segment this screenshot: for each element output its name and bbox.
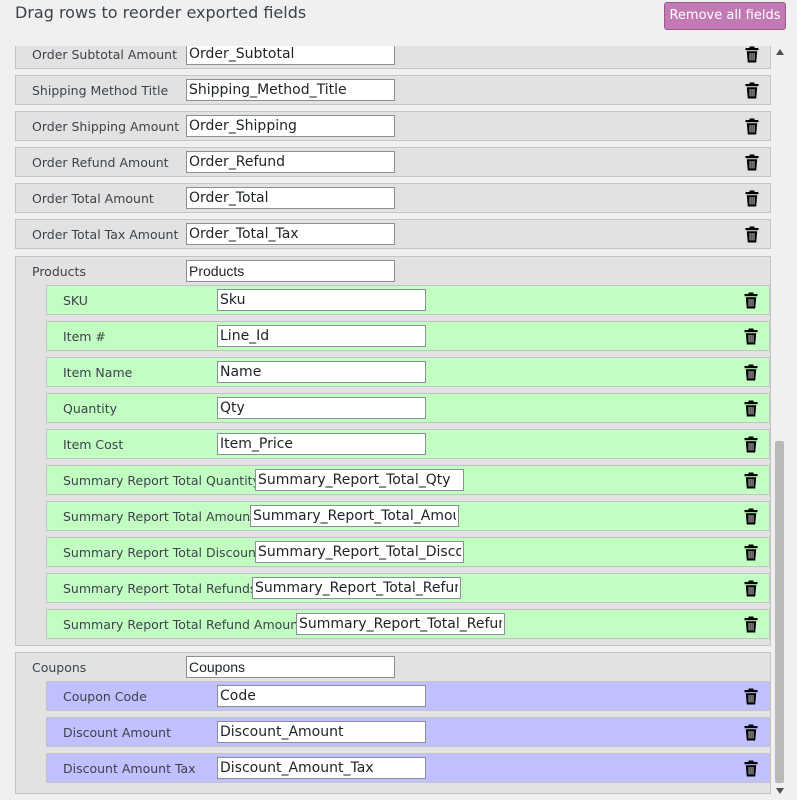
field-label: Quantity bbox=[63, 401, 118, 416]
trash-icon[interactable] bbox=[744, 616, 758, 633]
field-name-input[interactable] bbox=[186, 187, 395, 209]
field-row[interactable]: Order Refund Amount bbox=[15, 147, 771, 177]
trash-icon[interactable] bbox=[744, 688, 758, 705]
field-label: Item # bbox=[63, 329, 106, 344]
trash-icon[interactable] bbox=[744, 472, 758, 489]
trash-icon[interactable] bbox=[744, 364, 758, 381]
field-name-input[interactable] bbox=[186, 46, 395, 65]
trash-icon[interactable] bbox=[744, 328, 758, 345]
product-field-row[interactable]: Item # bbox=[46, 321, 770, 351]
trash-icon[interactable] bbox=[744, 400, 758, 417]
field-row[interactable]: Order Shipping Amount bbox=[15, 111, 771, 141]
trash-icon[interactable] bbox=[744, 508, 758, 525]
group-name-input[interactable] bbox=[186, 260, 395, 282]
page-title: Drag rows to reorder exported fields bbox=[15, 3, 307, 22]
field-label: Item Name bbox=[63, 365, 133, 380]
field-name-input[interactable] bbox=[186, 79, 395, 101]
field-name-input[interactable] bbox=[296, 613, 505, 635]
field-label: Summary Report Total Discount bbox=[63, 545, 261, 560]
coupon-field-row[interactable]: Coupon Code bbox=[46, 681, 770, 711]
product-field-row[interactable]: Quantity bbox=[46, 393, 770, 423]
field-label: Summary Report Total Quantity bbox=[63, 473, 260, 488]
field-label: Order Subtotal Amount bbox=[32, 47, 177, 62]
field-name-input[interactable] bbox=[217, 361, 426, 383]
field-name-input[interactable] bbox=[217, 397, 426, 419]
product-field-row[interactable]: Summary Report Total Refunds bbox=[46, 573, 770, 603]
field-name-input[interactable] bbox=[186, 223, 395, 245]
group-label: Coupons bbox=[32, 660, 87, 675]
product-field-row[interactable]: Item Cost bbox=[46, 429, 770, 459]
field-name-input[interactable] bbox=[217, 721, 426, 743]
trash-icon[interactable] bbox=[745, 82, 759, 99]
field-name-input[interactable] bbox=[217, 685, 426, 707]
field-name-input[interactable] bbox=[217, 433, 426, 455]
field-row[interactable]: Order Subtotal Amount bbox=[15, 46, 771, 69]
field-name-input[interactable] bbox=[217, 289, 426, 311]
field-label: Order Refund Amount bbox=[32, 155, 169, 170]
field-label: Summary Report Total Refund Amount bbox=[63, 617, 304, 632]
field-name-input[interactable] bbox=[186, 115, 395, 137]
field-label: Item Cost bbox=[63, 437, 124, 452]
field-label: Order Total Tax Amount bbox=[32, 227, 179, 242]
trash-icon[interactable] bbox=[744, 292, 758, 309]
field-label: Order Total Amount bbox=[32, 191, 154, 206]
field-name-input[interactable] bbox=[255, 469, 464, 491]
product-field-row[interactable]: Summary Report Total Refund Amount bbox=[46, 609, 770, 639]
field-name-input[interactable] bbox=[217, 757, 426, 779]
field-label: Summary Report Total Refunds bbox=[63, 581, 257, 596]
field-label: Shipping Method Title bbox=[32, 83, 169, 98]
trash-icon[interactable] bbox=[744, 544, 758, 561]
trash-icon[interactable] bbox=[744, 760, 758, 777]
trash-icon[interactable] bbox=[745, 154, 759, 171]
product-field-row[interactable]: Summary Report Total Amount bbox=[46, 501, 770, 531]
field-label: Coupon Code bbox=[63, 689, 147, 704]
field-name-input[interactable] bbox=[186, 151, 395, 173]
remove-all-fields-button[interactable]: Remove all fields bbox=[664, 2, 786, 30]
trash-icon[interactable] bbox=[744, 724, 758, 741]
coupon-field-row[interactable]: Discount Amount Tax bbox=[46, 753, 770, 783]
field-name-input[interactable] bbox=[255, 541, 464, 563]
arrow-down-icon[interactable] bbox=[776, 788, 784, 794]
trash-icon[interactable] bbox=[745, 46, 759, 63]
field-label: Discount Amount Tax bbox=[63, 761, 196, 776]
product-field-row[interactable]: Item Name bbox=[46, 357, 770, 387]
arrow-up-icon[interactable] bbox=[776, 49, 784, 55]
field-row[interactable]: Order Total Amount bbox=[15, 183, 771, 213]
field-label: Discount Amount bbox=[63, 725, 171, 740]
product-field-row[interactable]: SKU bbox=[46, 285, 770, 315]
field-name-input[interactable] bbox=[217, 325, 426, 347]
group-label: Products bbox=[32, 264, 86, 279]
trash-icon[interactable] bbox=[744, 436, 758, 453]
field-label: SKU bbox=[63, 293, 88, 308]
field-name-input[interactable] bbox=[250, 505, 459, 527]
field-name-input[interactable] bbox=[252, 577, 461, 599]
fields-list: Order Subtotal Amount Shipping Method Ti… bbox=[0, 46, 797, 800]
field-row[interactable]: Shipping Method Title bbox=[15, 75, 771, 105]
header: Drag rows to reorder exported fields Rem… bbox=[0, 0, 797, 46]
product-field-row[interactable]: Summary Report Total Discount bbox=[46, 537, 770, 567]
field-label: Summary Report Total Amount bbox=[63, 509, 256, 524]
coupon-field-row[interactable]: Discount Amount bbox=[46, 717, 770, 747]
group-name-input[interactable] bbox=[186, 656, 395, 678]
product-field-row[interactable]: Summary Report Total Quantity bbox=[46, 465, 770, 495]
field-row[interactable]: Order Total Tax Amount bbox=[15, 219, 771, 249]
trash-icon[interactable] bbox=[745, 190, 759, 207]
field-label: Order Shipping Amount bbox=[32, 119, 180, 134]
trash-icon[interactable] bbox=[744, 580, 758, 597]
trash-icon[interactable] bbox=[745, 226, 759, 243]
trash-icon[interactable] bbox=[745, 118, 759, 135]
scrollbar-thumb[interactable] bbox=[775, 441, 784, 783]
